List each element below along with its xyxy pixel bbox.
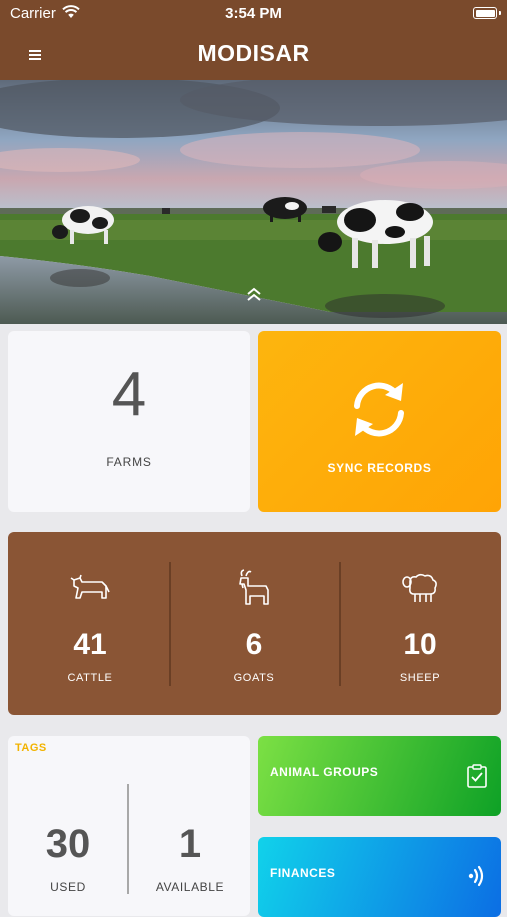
- sheep-icon: [402, 573, 437, 602]
- farms-card[interactable]: 4 FARMS: [8, 331, 250, 512]
- sheep-label: SHEEP: [399, 672, 441, 684]
- cattle-label: CATTLE: [67, 672, 113, 684]
- animals-summary-card: 41 CATTLE 6 GOATS 10 SHEEP: [8, 532, 501, 715]
- farms-count: 4: [111, 360, 147, 429]
- contactless-payment-icon: [468, 865, 484, 887]
- goats-count: 6: [245, 628, 263, 661]
- tags-card[interactable]: TAGS 30 USED 1 AVAILABLE: [8, 736, 250, 916]
- tags-used-count: 30: [45, 822, 91, 866]
- app-title: MODISAR: [197, 40, 310, 66]
- farms-label: FARMS: [106, 455, 152, 469]
- cattle-section[interactable]: 41 CATTLE: [8, 532, 172, 715]
- sync-arrows-icon: [354, 382, 404, 437]
- sync-records-label: SYNC RECORDS: [327, 461, 432, 475]
- double-chevron-up-icon[interactable]: [243, 285, 265, 305]
- tags-title: TAGS: [15, 742, 47, 754]
- animal-groups-button[interactable]: ANIMAL GROUPS: [258, 736, 501, 816]
- cattle-count: 41: [73, 628, 107, 661]
- animal-groups-label: ANIMAL GROUPS: [270, 765, 379, 779]
- finances-button[interactable]: FINANCES: [258, 837, 501, 917]
- goats-label: GOATS: [233, 672, 275, 684]
- sync-records-button[interactable]: SYNC RECORDS: [258, 331, 501, 512]
- cow-icon: [70, 574, 110, 599]
- hero-banner: [0, 80, 507, 324]
- clipboard-check-icon: [467, 764, 487, 788]
- battery-icon: [473, 7, 501, 19]
- tags-available-label: AVAILABLE: [155, 880, 225, 894]
- finances-label: FINANCES: [270, 866, 336, 880]
- divider: [127, 784, 129, 894]
- nav-bar: MODISAR: [0, 30, 507, 80]
- status-time: 3:54 PM: [225, 5, 282, 22]
- status-bar: Carrier 3:54 PM: [0, 0, 507, 30]
- divider: [169, 562, 171, 686]
- goats-section[interactable]: 6 GOATS: [172, 532, 336, 715]
- goat-icon: [239, 569, 269, 605]
- sheep-section[interactable]: 10 SHEEP: [338, 532, 501, 715]
- tags-available-count: 1: [178, 822, 202, 866]
- sheep-count: 10: [403, 628, 437, 661]
- tags-used-label: USED: [50, 880, 86, 894]
